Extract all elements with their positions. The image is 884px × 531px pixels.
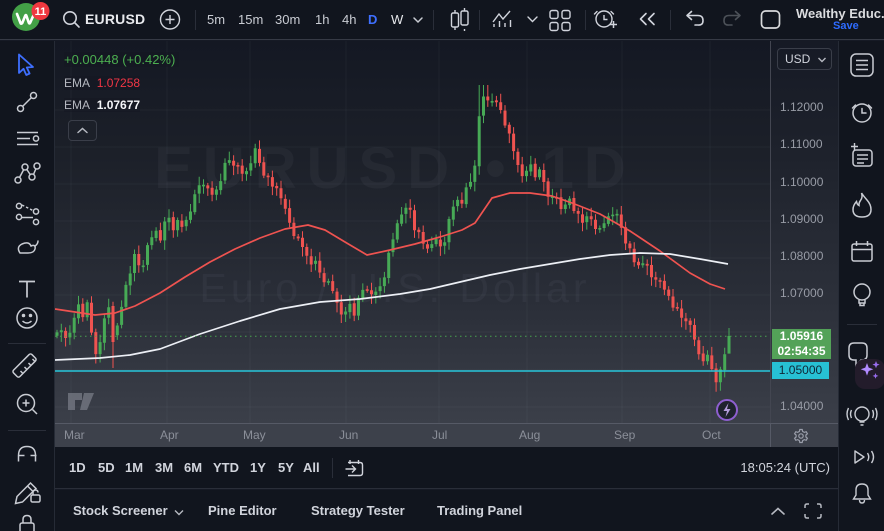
svg-text:Euro / U.S. Dollar: Euro / U.S. Dollar xyxy=(200,265,591,311)
svg-text:11: 11 xyxy=(35,6,47,18)
